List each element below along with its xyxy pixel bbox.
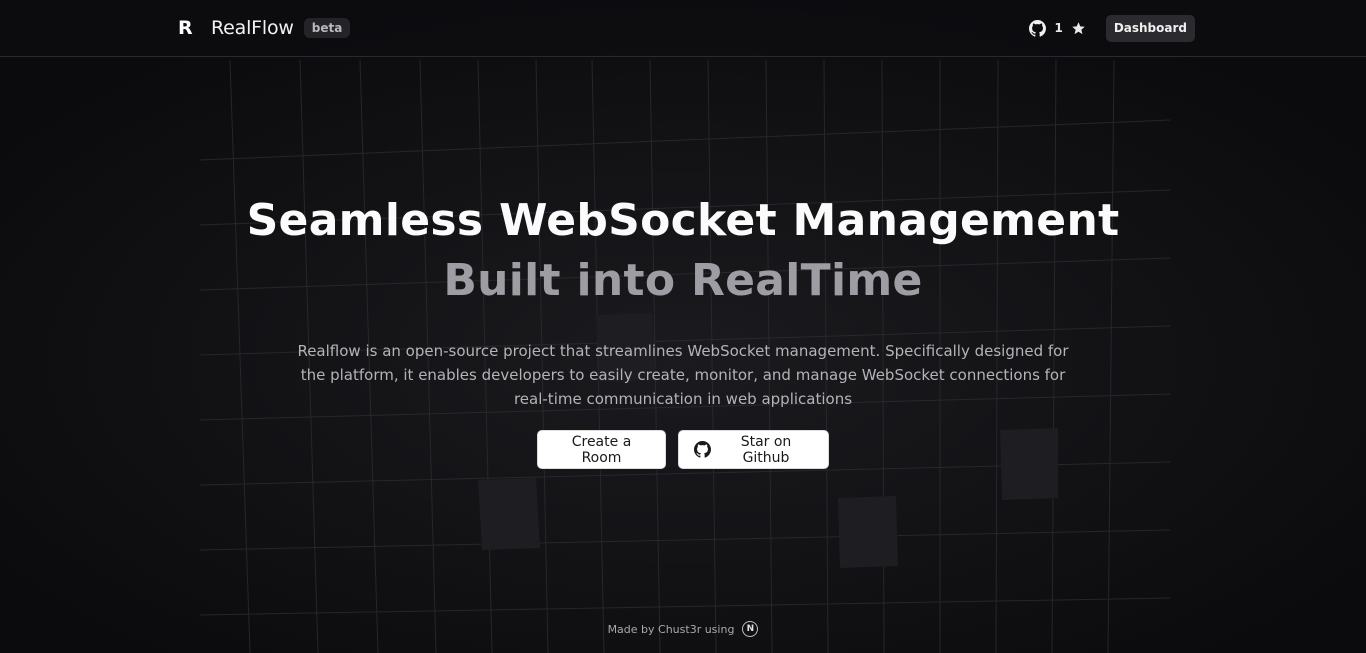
star-icon [1071, 21, 1086, 36]
made-by-text: Made by Chust3r using [607, 622, 735, 636]
create-room-label: Create a Room [571, 433, 632, 466]
logo: R [178, 17, 193, 39]
hero-title-line2: Built into RealTime [443, 255, 923, 306]
hero-title-line1: Seamless WebSocket Management [246, 195, 1120, 246]
github-star-count: 1 [1054, 21, 1063, 35]
hero-description: Realflow is an open-source project that … [297, 342, 1069, 408]
background-grid [0, 0, 1366, 653]
star-github-button[interactable]: Star on Github [678, 430, 829, 469]
brand[interactable]: R RealFlow beta [178, 14, 351, 42]
brand-name: RealFlow [211, 17, 294, 39]
right-nav: 1 Dashboard [1029, 14, 1195, 42]
create-room-button[interactable]: Create a Room [537, 430, 666, 469]
top-nav: R RealFlow beta 1 Dashboard [0, 0, 1366, 57]
star-github-label: Star on Github [740, 433, 792, 466]
beta-badge: beta [303, 18, 351, 38]
nextjs-glyph: N [746, 624, 755, 634]
github-icon [694, 441, 711, 458]
github-icon[interactable] [1029, 19, 1047, 37]
nextjs-icon[interactable]: N [742, 621, 759, 637]
cta-group: Create a Room Star on Github [0, 430, 1366, 469]
footer: Made by Chust3r using N [0, 621, 1366, 637]
dashboard-button[interactable]: Dashboard [1105, 14, 1195, 42]
